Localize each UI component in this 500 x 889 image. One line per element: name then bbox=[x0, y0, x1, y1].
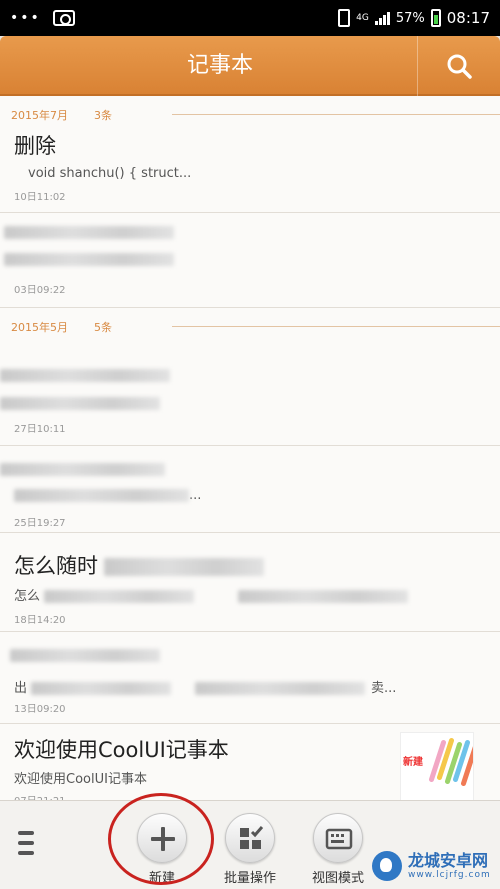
note-title: 怎么随时 bbox=[14, 550, 264, 580]
batch-icon bbox=[225, 813, 275, 863]
note-time: 10日11:02 bbox=[14, 192, 66, 203]
note-item[interactable]: 怎么随时 怎么 18日14:20 bbox=[0, 533, 500, 632]
phone-icon bbox=[338, 9, 351, 27]
page-title: 记事本 bbox=[186, 53, 253, 78]
note-time: 25日19:27 bbox=[14, 518, 66, 529]
note-item[interactable]: 欢迎使用CoolUI记事本 欢迎使用CoolUI记事本 07日21:21 新建 bbox=[0, 724, 500, 800]
note-snippet: ... bbox=[14, 488, 201, 503]
app-header: 记事本 bbox=[0, 36, 500, 96]
blurred-title bbox=[0, 462, 165, 477]
network-type: 4G bbox=[356, 13, 369, 23]
note-item[interactable]: 03日09:22 bbox=[0, 213, 500, 308]
note-title: 删除 bbox=[14, 134, 56, 158]
group-count: 3条 bbox=[94, 109, 112, 122]
group-month: 2015年7月 bbox=[11, 109, 68, 122]
blurred-snippet bbox=[4, 252, 174, 267]
blurred-title bbox=[4, 225, 174, 240]
signal-icon bbox=[374, 11, 390, 25]
note-item[interactable]: 删除 void shanchu() { struct... 10日11:02 bbox=[0, 126, 500, 213]
note-snippet: 出卖... bbox=[14, 681, 397, 696]
blurred-snippet bbox=[0, 396, 160, 411]
note-snippet: 怎么 bbox=[14, 585, 409, 604]
menu-icon bbox=[18, 831, 34, 835]
note-item[interactable]: ... 25日19:27 bbox=[0, 446, 500, 533]
note-snippet: void shanchu() { struct... bbox=[28, 166, 192, 181]
view-mode-button[interactable]: 视图模式 bbox=[299, 813, 377, 888]
view-mode-label: 视图模式 bbox=[311, 871, 364, 886]
clock: 08:17 bbox=[446, 9, 490, 27]
notification-dots: ••• bbox=[10, 10, 41, 26]
note-title: 欢迎使用CoolUI记事本 bbox=[14, 738, 229, 762]
status-bar: ••• 4G 57% 08:17 bbox=[0, 0, 500, 36]
group-header: 2015年5月 5条 bbox=[0, 308, 500, 338]
group-divider bbox=[172, 114, 500, 115]
blurred-title bbox=[0, 368, 170, 383]
note-snippet: 欢迎使用CoolUI记事本 bbox=[14, 772, 147, 787]
note-time: 07日21:21 bbox=[14, 792, 66, 800]
note-thumbnail: 新建 bbox=[400, 732, 474, 800]
note-time: 03日09:22 bbox=[14, 285, 66, 296]
screenshot-icon bbox=[52, 10, 75, 26]
battery-icon bbox=[430, 9, 441, 27]
watermark-logo-icon bbox=[372, 851, 402, 881]
watermark-url: www.lcjrfg.com bbox=[408, 870, 491, 880]
note-time: 18日14:20 bbox=[14, 615, 66, 626]
batch-operation-label: 批量操作 bbox=[223, 871, 276, 886]
battery-percent: 57% bbox=[395, 10, 425, 26]
batch-operation-button[interactable]: 批量操作 bbox=[211, 813, 289, 888]
status-right: 4G 57% 08:17 bbox=[338, 9, 490, 27]
menu-button[interactable] bbox=[18, 831, 34, 861]
group-divider bbox=[172, 326, 500, 327]
note-time: 27日10:11 bbox=[14, 424, 66, 435]
note-snippet-ellipsis: ... bbox=[189, 488, 202, 503]
blurred-title bbox=[10, 648, 160, 663]
keyboard-icon bbox=[313, 813, 363, 863]
note-item[interactable]: 出卖... 13日09:20 bbox=[0, 632, 500, 724]
thumbnail-label: 新建 bbox=[403, 757, 423, 768]
watermark: 龙城安卓网 www.lcjrfg.com bbox=[372, 851, 491, 881]
search-button[interactable] bbox=[418, 36, 500, 96]
note-item[interactable]: 27日10:11 bbox=[0, 338, 500, 446]
highlight-circle bbox=[108, 793, 214, 885]
group-count: 5条 bbox=[94, 321, 112, 334]
group-header: 2015年7月 3条 bbox=[0, 96, 500, 126]
watermark-name: 龙城安卓网 bbox=[408, 851, 489, 870]
group-month: 2015年5月 bbox=[11, 321, 68, 334]
search-icon bbox=[447, 54, 472, 79]
note-list[interactable]: 2015年7月 3条 删除 void shanchu() { struct...… bbox=[0, 96, 500, 800]
note-time: 13日09:20 bbox=[14, 704, 66, 715]
